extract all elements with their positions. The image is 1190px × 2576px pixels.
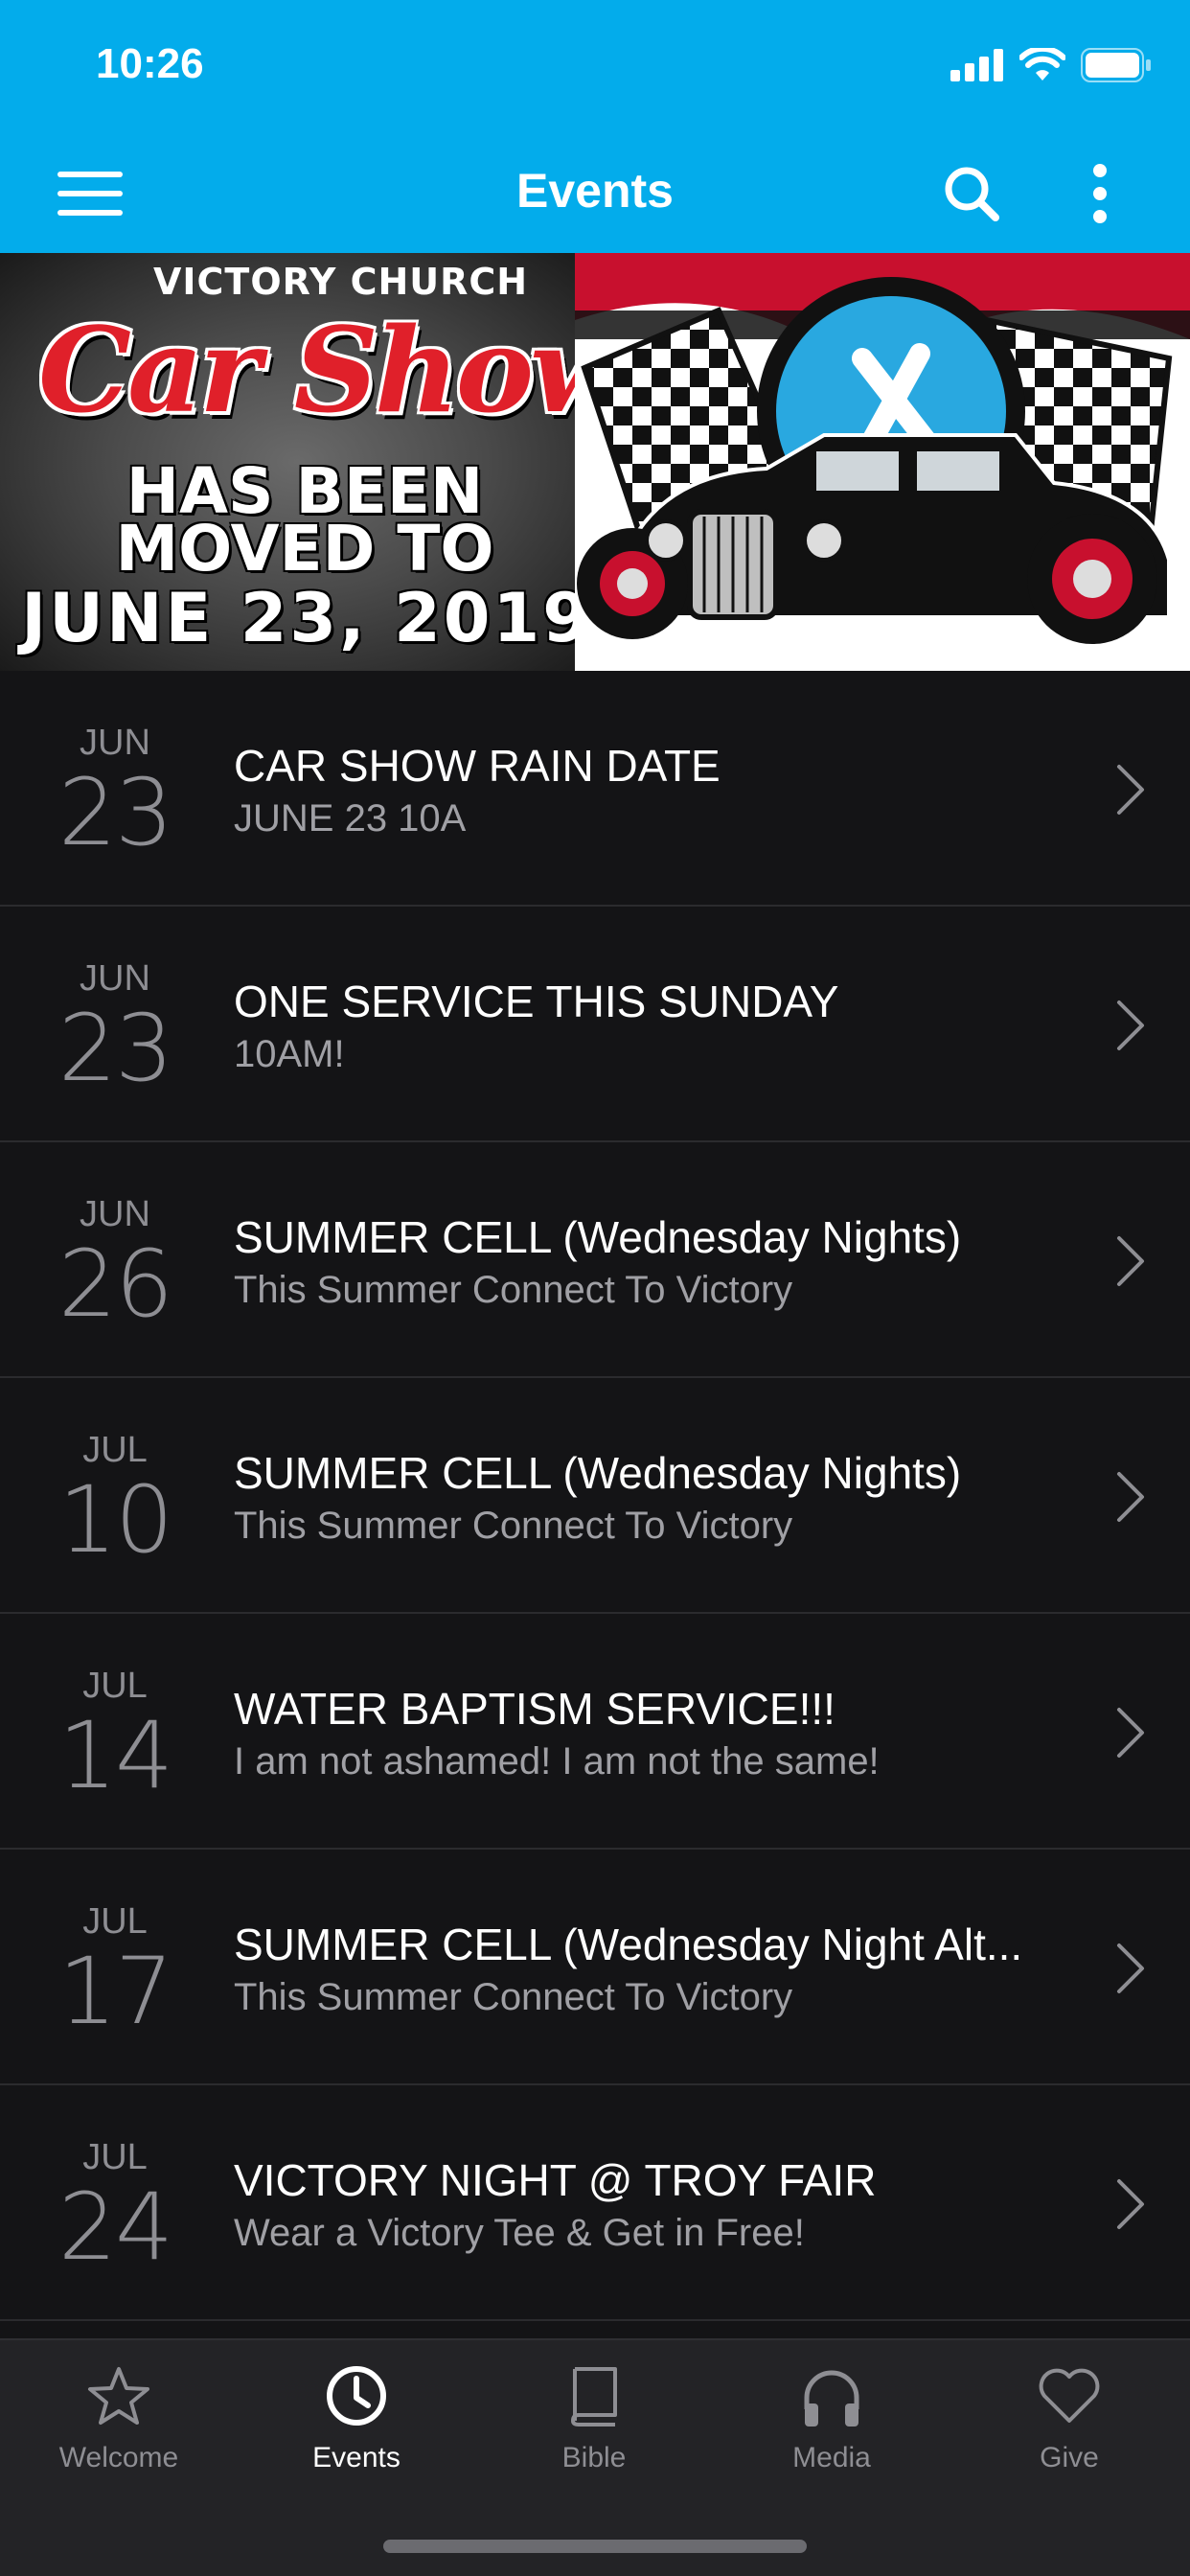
chevron-right-icon <box>1117 1708 1144 1758</box>
tab-label: Bible <box>561 2442 627 2473</box>
event-subtitle: This Summer Connect To Victory <box>234 1505 793 1547</box>
tab-media[interactable]: Media <box>713 2361 950 2505</box>
event-day: 17 <box>57 1938 173 2045</box>
event-day: 23 <box>57 995 173 1102</box>
banner-line-3: JUNE 23, 2019 <box>21 579 592 657</box>
event-title: WATER BAPTISM SERVICE!!! <box>234 1684 835 1734</box>
tab-label: Media <box>792 2442 871 2473</box>
chevron-right-icon <box>1117 2179 1144 2229</box>
tab-bible[interactable]: Bible <box>475 2361 713 2505</box>
status-time: 10:26 <box>96 40 204 87</box>
car-show-artwork <box>575 253 1190 671</box>
event-row[interactable]: JUL 10 SUMMER CELL (Wednesday Nights) Th… <box>0 1378 1190 1614</box>
more-button[interactable] <box>1064 157 1136 230</box>
tab-events[interactable]: Events <box>238 2361 475 2505</box>
chevron-right-icon <box>1117 765 1144 815</box>
tab-give[interactable]: Give <box>950 2361 1188 2505</box>
event-month: JUL <box>82 1666 148 1706</box>
event-row[interactable]: JUL 24 VICTORY NIGHT @ TROY FAIR Wear a … <box>0 2085 1190 2321</box>
event-day: 26 <box>57 1230 173 1338</box>
event-title: VICTORY NIGHT @ TROY FAIR <box>234 2155 877 2205</box>
event-banner[interactable]: VICTORY CHURCH Car Show HAS BEEN MOVED T… <box>0 253 1190 671</box>
event-row[interactable]: JUL 14 WATER BAPTISM SERVICE!!! I am not… <box>0 1614 1190 1850</box>
event-subtitle: I am not ashamed! I am not the same! <box>234 1740 880 1782</box>
event-title: SUMMER CELL (Wednesday Nights) <box>234 1212 962 1262</box>
banner-car-artwork <box>575 253 1190 671</box>
event-month: JUN <box>80 958 150 999</box>
home-indicator[interactable] <box>383 2540 807 2553</box>
event-day: 14 <box>57 1702 173 1809</box>
status-icons <box>950 46 1152 84</box>
tab-label: Give <box>1040 2442 1099 2473</box>
banner-line-2: MOVED TO <box>115 512 494 586</box>
book-icon <box>571 2367 617 2426</box>
star-icon <box>88 2367 149 2425</box>
more-vertical-icon <box>1093 164 1107 223</box>
banner-brand: VICTORY CHURCH <box>153 261 529 303</box>
event-title: ONE SERVICE THIS SUNDAY <box>234 977 839 1026</box>
event-list: JUN 23 CAR SHOW RAIN DATE JUNE 23 10A JU… <box>0 671 1190 2321</box>
tab-label: Welcome <box>58 2442 179 2473</box>
event-title: SUMMER CELL (Wednesday Nights) <box>234 1448 962 1498</box>
event-title: CAR SHOW RAIN DATE <box>234 741 721 791</box>
event-month: JUL <box>82 1901 148 1942</box>
status-bar: 10:26 <box>0 0 1190 134</box>
chevron-right-icon <box>1117 1000 1144 1050</box>
chevron-right-icon <box>1117 1944 1144 1993</box>
event-subtitle: 10AM! <box>234 1033 345 1075</box>
banner-script-title: Car Show <box>38 301 630 439</box>
event-day: 10 <box>57 1466 173 1574</box>
chevron-right-icon <box>1117 1472 1144 1522</box>
search-button[interactable] <box>935 157 1008 230</box>
event-month: JUN <box>80 1194 150 1234</box>
event-row[interactable]: JUL 17 SUMMER CELL (Wednesday Night Alt.… <box>0 1850 1190 2085</box>
event-subtitle: This Summer Connect To Victory <box>234 1269 793 1311</box>
event-month: JUN <box>80 723 150 763</box>
cellular-signal-icon <box>950 49 1003 81</box>
chevron-right-icon <box>1117 1236 1144 1286</box>
tab-label: Events <box>312 2442 400 2473</box>
clock-icon <box>327 2366 386 2426</box>
page-title: Events <box>516 164 674 218</box>
heart-icon <box>1039 2368 1100 2423</box>
event-subtitle: JUNE 23 10A <box>234 797 467 840</box>
headphones-icon <box>804 2370 859 2426</box>
nav-bar: Events <box>0 134 1190 253</box>
event-subtitle: Wear a Victory Tee & Get in Free! <box>234 2212 805 2254</box>
battery-icon <box>1081 48 1151 82</box>
event-month: JUL <box>82 1430 148 1470</box>
event-month: JUL <box>82 2137 148 2177</box>
event-day: 23 <box>57 759 173 866</box>
event-row[interactable]: JUN 23 CAR SHOW RAIN DATE JUNE 23 10A <box>0 671 1190 907</box>
event-day: 24 <box>57 2174 173 2281</box>
event-row[interactable]: JUN 26 SUMMER CELL (Wednesday Nights) Th… <box>0 1142 1190 1378</box>
wifi-icon <box>1019 48 1065 80</box>
event-title: SUMMER CELL (Wednesday Night Alt... <box>234 1920 1023 1969</box>
tab-welcome[interactable]: Welcome <box>0 2361 238 2505</box>
event-row[interactable]: JUN 23 ONE SERVICE THIS SUNDAY 10AM! <box>0 907 1190 1142</box>
search-icon <box>945 167 999 221</box>
event-subtitle: This Summer Connect To Victory <box>234 1976 793 2018</box>
